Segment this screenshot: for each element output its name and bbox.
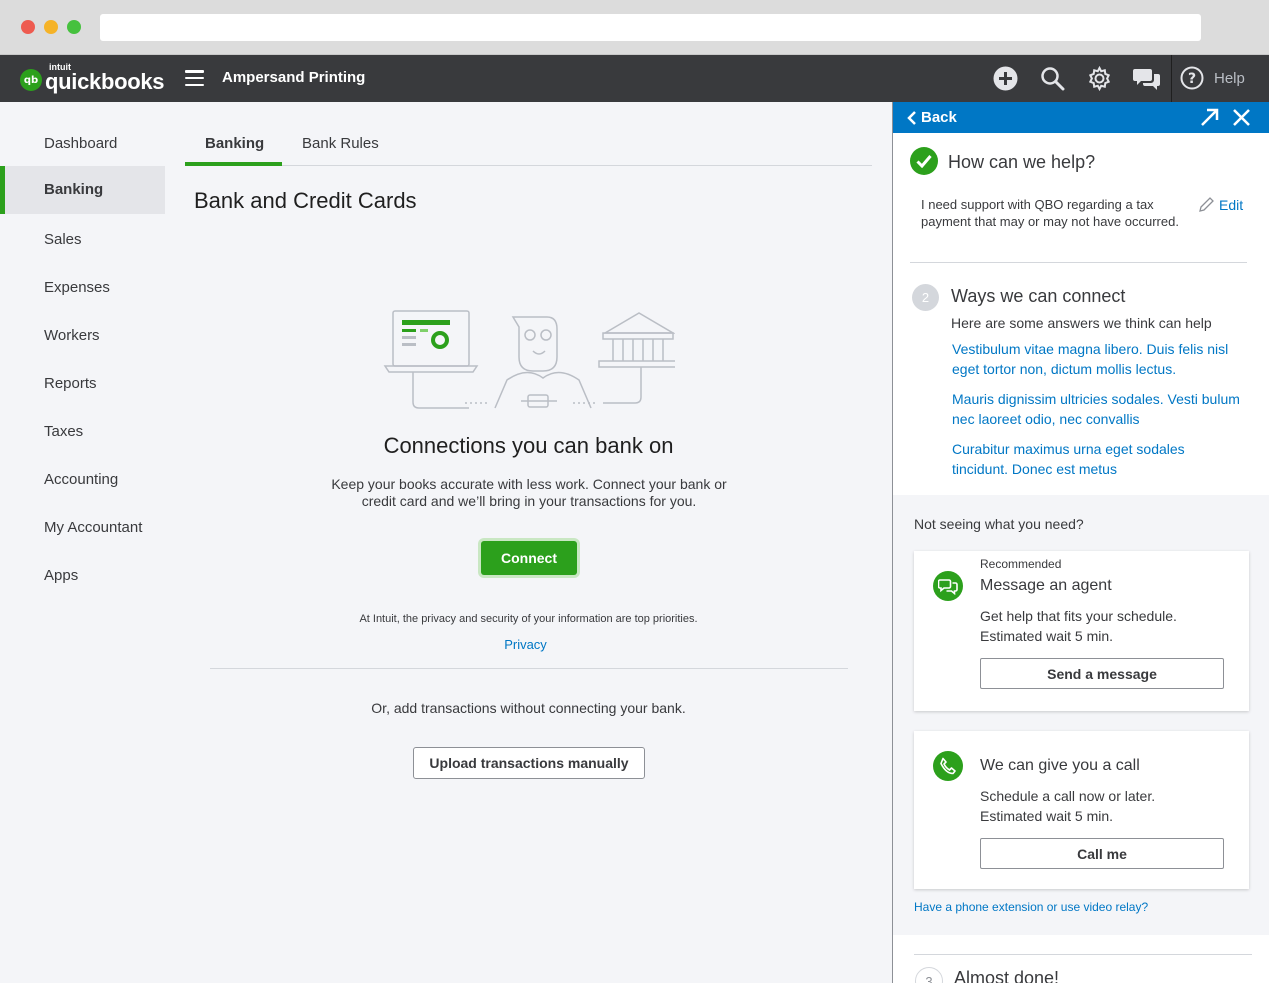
page-title: Bank and Credit Cards [194, 188, 417, 213]
manual-upload-text: Or, add transactions without connecting … [371, 700, 686, 716]
step1-title: How can we help? [948, 152, 1096, 172]
app-window: qb intuit quickbooks Ampersand Printing [0, 0, 1269, 983]
call-title: We can give you a call [980, 757, 1140, 774]
close-icon[interactable] [1231, 107, 1252, 128]
hamburger-menu-icon[interactable] [185, 70, 204, 87]
message-agent-title: Message an agent [980, 577, 1112, 594]
sidebar: Dashboard Banking Sales Expenses Workers… [0, 102, 165, 983]
search-icon[interactable] [1037, 63, 1068, 94]
answer-link-1[interactable]: Vestibulum vitae magna libero. Duis feli… [952, 339, 1242, 379]
contact-options-section: Not seeing what you need? Recommended Me… [893, 495, 1269, 935]
sidebar-item-apps[interactable]: Apps [0, 552, 165, 600]
answer-link-2[interactable]: Mauris dignissim ultricies sodales. Vest… [952, 389, 1242, 429]
message-agent-card: Recommended Message an agent Get help th… [914, 551, 1249, 711]
phone-extension-link[interactable]: Have a phone extension or use video rela… [914, 900, 1148, 914]
connect-button[interactable]: Connect [481, 541, 577, 575]
privacy-note: At Intuit, the privacy and security of y… [359, 613, 698, 625]
step2-title: Ways we can connect [951, 286, 1126, 306]
not-seeing-heading: Not seeing what you need? [914, 516, 1084, 532]
message-agent-desc-1: Get help that fits your schedule. [980, 608, 1177, 624]
edit-query-button[interactable]: Edit [1198, 196, 1243, 213]
close-window-button[interactable] [21, 20, 35, 34]
message-agent-desc-2: Estimated wait 5 min. [980, 628, 1114, 644]
svg-text:?: ? [1188, 71, 1196, 87]
logo-brand: intuit [49, 62, 71, 72]
address-bar[interactable] [100, 14, 1201, 41]
message-agent-icon [933, 571, 963, 601]
help-label: Help [1214, 69, 1245, 87]
sidebar-item-sales[interactable]: Sales [0, 216, 165, 264]
privacy-link[interactable]: Privacy [165, 637, 886, 652]
call-card: We can give you a call Schedule a call n… [914, 731, 1249, 889]
hero-title: Connections you can bank on [383, 433, 674, 458]
section-divider [210, 668, 848, 669]
bank-connection-illustration [383, 310, 675, 409]
sidebar-item-taxes[interactable]: Taxes [0, 408, 165, 456]
browser-titlebar [0, 0, 1269, 55]
sidebar-item-dashboard[interactable]: Dashboard [0, 120, 165, 168]
tab-bank-rules[interactable]: Bank Rules [302, 124, 379, 166]
sidebar-item-accounting[interactable]: Accounting [0, 456, 165, 504]
answer-link-3[interactable]: Curabitur maximus urna eget sodales tinc… [952, 439, 1242, 479]
help-panel: Back How can we help? I need support wit… [892, 102, 1269, 983]
step-divider-2 [914, 954, 1252, 955]
expand-icon[interactable] [1199, 107, 1220, 128]
sidebar-item-banking[interactable]: Banking [0, 166, 165, 214]
call-desc-1: Schedule a call now or later. [980, 788, 1156, 804]
help-panel-header: Back [893, 102, 1269, 133]
tab-bar: Banking Bank Rules [185, 124, 872, 166]
maximize-window-button[interactable] [67, 20, 81, 34]
back-button[interactable]: Back [907, 109, 957, 126]
call-me-button[interactable]: Call me [980, 838, 1224, 869]
call-desc-2: Estimated wait 5 min. [980, 808, 1114, 824]
recommended-label: Recommended [980, 557, 1062, 571]
help-separator [1171, 55, 1172, 102]
hero-description: Keep your books accurate with less work.… [331, 476, 727, 509]
checkmark-icon [910, 147, 938, 175]
qb-logo-icon: qb [20, 69, 42, 91]
minimize-window-button[interactable] [44, 20, 58, 34]
step2-subtitle: Here are some answers we think can help [951, 315, 1212, 331]
sidebar-item-my-accountant[interactable]: My Accountant [0, 504, 165, 552]
sidebar-item-reports[interactable]: Reports [0, 360, 165, 408]
help-question-icon: ? [1180, 66, 1204, 90]
send-message-button[interactable]: Send a message [980, 658, 1224, 689]
chevron-left-icon [907, 110, 916, 125]
chat-icon[interactable] [1131, 63, 1162, 94]
edit-label: Edit [1219, 196, 1244, 213]
company-name: Ampersand Printing [222, 69, 366, 86]
top-nav: qb intuit quickbooks Ampersand Printing [0, 55, 1269, 102]
main-content: Banking Bank Rules Bank and Credit Cards [165, 102, 892, 983]
step3-title: Almost done! [954, 968, 1060, 983]
logo-name: quickbooks [45, 69, 165, 94]
pencil-icon [1199, 197, 1214, 212]
help-button[interactable]: ? Help [1180, 66, 1245, 90]
tab-banking[interactable]: Banking [185, 124, 282, 166]
phone-icon [933, 751, 963, 781]
help-query-text: I need support with QBO regarding a tax … [921, 197, 1179, 229]
gear-icon[interactable] [1084, 63, 1115, 94]
sidebar-item-workers[interactable]: Workers [0, 312, 165, 360]
upload-transactions-button[interactable]: Upload transactions manually [413, 747, 645, 779]
back-label: Back [921, 109, 957, 126]
step2-badge: 2 [912, 284, 939, 311]
create-plus-icon[interactable] [990, 63, 1021, 94]
step-divider [910, 262, 1247, 263]
sidebar-item-expenses[interactable]: Expenses [0, 264, 165, 312]
quickbooks-logo[interactable]: qb intuit quickbooks [20, 62, 165, 95]
step3-badge: 3 [915, 967, 943, 983]
